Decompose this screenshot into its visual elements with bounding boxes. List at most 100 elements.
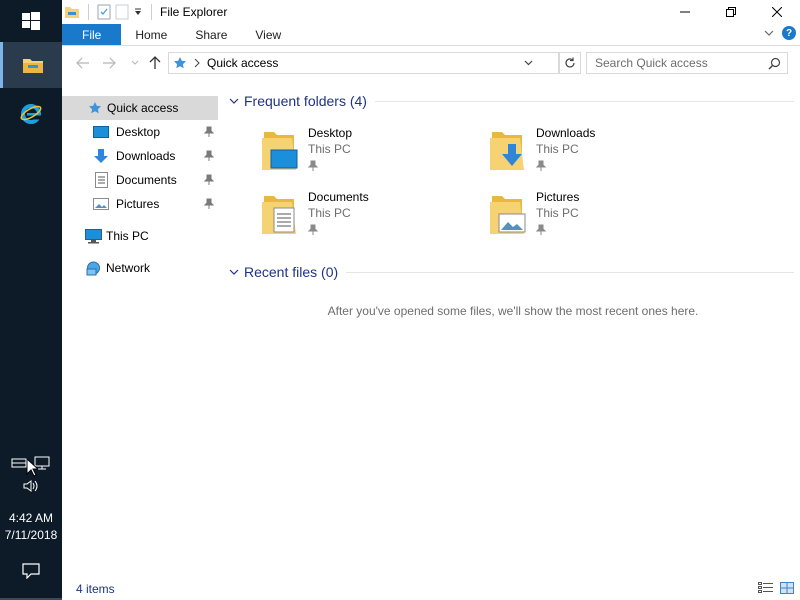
minimize-button[interactable] — [662, 0, 708, 24]
action-center-tray-icon[interactable] — [11, 457, 27, 469]
view-toggle-buttons — [758, 582, 794, 594]
title-bar: File Explorer — [62, 0, 800, 24]
taskbar-file-explorer[interactable] — [0, 42, 62, 88]
folder-name: Desktop — [308, 126, 353, 140]
notification-icon — [22, 563, 40, 579]
expand-ribbon-icon[interactable] — [764, 29, 774, 37]
window-title: File Explorer — [160, 5, 228, 19]
taskbar-clock[interactable]: 4:42 AM 7/11/2018 — [0, 510, 62, 544]
search-input[interactable] — [595, 56, 761, 70]
documents-icon — [92, 172, 110, 188]
breadcrumb[interactable]: Quick access — [207, 56, 278, 70]
volume-tray[interactable] — [0, 476, 62, 496]
properties-icon[interactable] — [97, 4, 111, 20]
volume-icon — [23, 480, 38, 492]
desktop-icon — [92, 124, 110, 140]
nav-item-documents[interactable]: Documents — [62, 168, 222, 192]
nav-item-label: Downloads — [116, 149, 176, 163]
nav-item-downloads[interactable]: Downloads — [62, 144, 222, 168]
up-button[interactable] — [142, 50, 168, 76]
address-history-dropdown[interactable] — [519, 53, 537, 73]
nav-item-label: Network — [106, 261, 151, 275]
tab-file[interactable]: File — [62, 24, 122, 45]
up-arrow-icon — [149, 56, 161, 69]
recent-files-empty-message: After you've opened some files, we'll sh… — [327, 304, 699, 318]
tab-share[interactable]: Share — [181, 24, 241, 45]
close-button[interactable] — [754, 0, 800, 24]
group-header-frequent[interactable]: Frequent folders (4) — [226, 89, 800, 113]
chevron-down-icon — [226, 269, 242, 276]
forward-arrow-icon — [103, 57, 116, 69]
back-button[interactable] — [70, 50, 96, 76]
pin-icon — [536, 224, 546, 235]
documents-folder-icon — [262, 196, 296, 234]
maximize-button[interactable] — [708, 0, 754, 24]
qat-separator — [88, 4, 89, 20]
pictures-icon — [92, 196, 110, 212]
folder-name: Downloads — [536, 126, 596, 140]
folder-location: This PC — [536, 142, 579, 156]
chevron-down-icon — [226, 98, 242, 105]
star-icon — [174, 57, 186, 69]
internet-explorer-icon — [20, 104, 42, 124]
pin-icon — [204, 150, 214, 161]
pin-icon — [536, 160, 546, 171]
folder-tile-pictures[interactable]: Pictures This PC — [454, 188, 674, 244]
nav-item-this-pc[interactable]: This PC — [62, 224, 222, 248]
chevron-down-icon — [131, 60, 139, 65]
download-icon — [92, 148, 110, 164]
tab-home[interactable]: Home — [121, 24, 181, 45]
large-icons-view-icon[interactable] — [780, 582, 794, 594]
pin-icon — [204, 198, 214, 209]
start-button[interactable] — [0, 0, 62, 42]
taskbar-internet-explorer[interactable] — [0, 90, 62, 136]
breadcrumb-separator-icon[interactable] — [193, 58, 201, 68]
nav-item-desktop[interactable]: Desktop — [62, 120, 222, 144]
nav-item-network[interactable]: Network — [62, 256, 222, 280]
mouse-cursor-icon — [26, 458, 38, 477]
help-button[interactable]: ? — [782, 26, 796, 40]
group-header-recent[interactable]: Recent files (0) — [226, 260, 800, 284]
pin-icon — [308, 224, 318, 235]
computer-icon — [84, 228, 102, 244]
minimize-icon — [680, 11, 690, 13]
close-icon — [772, 7, 782, 17]
refresh-button[interactable] — [559, 52, 581, 74]
tab-view[interactable]: View — [241, 24, 295, 45]
clock-date: 7/11/2018 — [4, 528, 58, 542]
back-arrow-icon — [76, 57, 89, 69]
folder-tile-documents[interactable]: Documents This PC — [226, 188, 446, 244]
folder-name: Pictures — [536, 190, 580, 204]
details-view-icon[interactable] — [758, 582, 774, 594]
notifications-button[interactable] — [0, 558, 62, 584]
refresh-icon — [565, 57, 575, 68]
folder-location: This PC — [536, 206, 579, 220]
customize-toolbar-dropdown-icon[interactable] — [133, 7, 143, 17]
chevron-down-icon — [524, 60, 532, 66]
pin-icon — [308, 160, 318, 171]
search-icon[interactable] — [768, 57, 781, 70]
network-icon — [84, 260, 102, 276]
pin-icon — [204, 174, 214, 185]
forward-button[interactable] — [96, 50, 122, 76]
group-divider — [374, 100, 794, 102]
folder-tile-desktop[interactable]: Desktop This PC — [226, 124, 446, 180]
taskbar: 4:42 AM 7/11/2018 — [0, 0, 62, 600]
ribbon-tabs: File Home Share View ? — [62, 24, 800, 46]
search-box — [586, 52, 788, 74]
nav-item-quick-access[interactable]: Quick access — [62, 96, 218, 120]
nav-item-label: Quick access — [107, 101, 179, 115]
folder-tile-downloads[interactable]: Downloads This PC — [454, 124, 674, 180]
qat-separator — [151, 4, 152, 20]
status-bar: 4 items — [62, 578, 800, 600]
clock-time: 4:42 AM — [8, 511, 54, 525]
window-controls — [662, 0, 800, 24]
address-bar[interactable]: Quick access — [168, 52, 581, 74]
star-icon — [86, 100, 104, 116]
new-folder-icon[interactable] — [115, 4, 129, 20]
group-title: Frequent folders (4) — [244, 93, 367, 109]
nav-item-label: Pictures — [116, 197, 160, 211]
nav-item-pictures[interactable]: Pictures — [62, 192, 222, 216]
pictures-folder-icon — [490, 196, 526, 234]
